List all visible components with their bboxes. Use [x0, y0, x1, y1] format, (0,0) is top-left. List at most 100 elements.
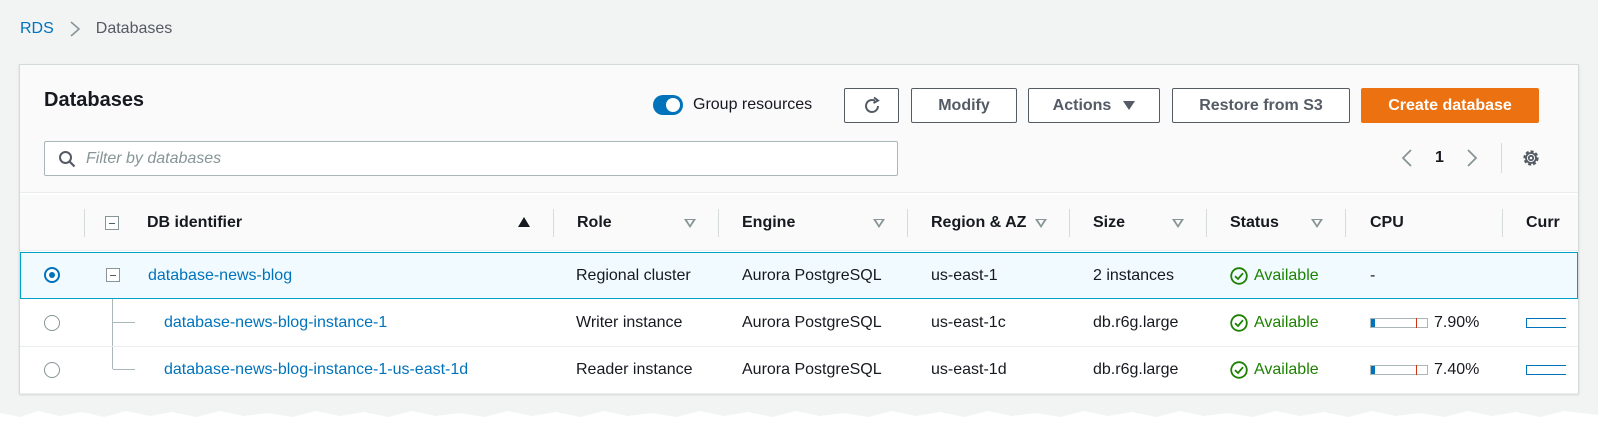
status-cell: Available	[1230, 300, 1319, 346]
cpu-value: 7.90%	[1434, 314, 1480, 331]
column-label: CPU	[1370, 214, 1404, 231]
actions-button-label: Actions	[1052, 96, 1112, 114]
connections-bar	[1526, 318, 1566, 328]
table-header: DB identifier Role Engine Region & AZ Si…	[20, 195, 1578, 251]
table-row[interactable]: database-news-blog-instance-1-us-east-1d…	[20, 347, 1578, 394]
search-field[interactable]	[44, 141, 898, 176]
region-cell: us-east-1c	[931, 314, 1006, 331]
panel-header: Databases Group resources Modify Actions…	[20, 65, 1578, 193]
column-divider	[553, 209, 554, 237]
breadcrumb: RDS Databases	[20, 19, 172, 39]
table-row[interactable]: database-news-blog Regional cluster Auro…	[20, 252, 1578, 299]
cpu-bar-fill	[1371, 319, 1376, 327]
column-header-engine[interactable]: Engine	[742, 195, 795, 251]
region-cell: us-east-1	[931, 267, 998, 284]
db-identifier-link[interactable]: database-news-blog	[148, 253, 292, 299]
status-text: Available	[1254, 314, 1319, 331]
role-cell: Writer instance	[576, 314, 683, 331]
column-label: Status	[1230, 214, 1279, 231]
column-header-current-activity[interactable]: Curr	[1526, 195, 1560, 251]
chevron-right-icon[interactable]	[1460, 147, 1482, 169]
table-row[interactable]: database-news-blog-instance-1 Writer ins…	[20, 300, 1578, 347]
gear-icon[interactable]	[1520, 147, 1542, 169]
column-divider	[1069, 209, 1070, 237]
databases-panel: Databases Group resources Modify Actions…	[19, 64, 1579, 394]
chevron-left-icon[interactable]	[1397, 147, 1419, 169]
caret-down-icon	[1123, 101, 1136, 110]
create-database-button[interactable]: Create database	[1361, 88, 1539, 123]
panel-title: Databases	[44, 89, 145, 111]
column-label: Curr	[1526, 214, 1560, 231]
column-header-region-az[interactable]: Region & AZ	[931, 195, 1026, 251]
cpu-cell: 7.40%	[1370, 347, 1479, 393]
pager-divider	[1501, 143, 1502, 173]
check-circle-icon	[1230, 361, 1248, 379]
row-radio[interactable]	[44, 267, 60, 283]
cpu-progress-bar	[1370, 365, 1428, 375]
column-label: DB identifier	[147, 214, 243, 231]
column-divider	[1345, 209, 1346, 237]
row-radio[interactable]	[44, 315, 60, 331]
sort-icon[interactable]	[684, 219, 696, 228]
role-cell: Reader instance	[576, 361, 693, 378]
group-resources-toggle[interactable]: Group resources	[653, 95, 812, 115]
group-resources-label: Group resources	[693, 96, 813, 113]
column-header-status[interactable]: Status	[1230, 195, 1279, 251]
check-circle-icon	[1230, 267, 1248, 285]
restore-button-label: Restore from S3	[1199, 96, 1323, 114]
role-cell: Regional cluster	[576, 267, 691, 284]
column-header-role[interactable]: Role	[577, 195, 612, 251]
row-radio[interactable]	[44, 362, 60, 378]
refresh-button[interactable]	[844, 88, 899, 123]
column-divider	[1206, 209, 1207, 237]
cpu-value: 7.40%	[1434, 361, 1480, 378]
column-divider	[1502, 209, 1503, 237]
check-circle-icon	[1230, 314, 1248, 332]
breadcrumb-rds-link[interactable]: RDS	[20, 20, 54, 38]
connections-bar	[1526, 365, 1566, 375]
column-header-size[interactable]: Size	[1093, 195, 1125, 251]
torn-edge-decoration	[0, 411, 1598, 432]
pagination: 1	[1397, 146, 1482, 170]
search-input[interactable]	[86, 149, 866, 168]
column-label: Region & AZ	[931, 214, 1027, 231]
actions-button[interactable]: Actions	[1028, 88, 1160, 123]
modify-button-label: Modify	[938, 96, 990, 114]
column-header-db-identifier[interactable]: DB identifier	[147, 195, 242, 251]
column-header-cpu[interactable]: CPU	[1370, 195, 1404, 251]
size-cell: db.r6g.large	[1093, 314, 1179, 331]
toggle-switch[interactable]	[653, 95, 683, 115]
column-divider	[907, 209, 908, 237]
column-divider	[84, 209, 85, 237]
engine-cell: Aurora PostgreSQL	[742, 361, 882, 378]
sort-icon[interactable]	[873, 219, 885, 228]
cpu-threshold-mark	[1416, 365, 1417, 375]
sort-ascending-icon[interactable]	[518, 217, 530, 227]
status-text: Available	[1254, 361, 1319, 378]
region-cell: us-east-1d	[931, 361, 1007, 378]
sort-icon[interactable]	[1311, 219, 1323, 228]
page-number[interactable]: 1	[1435, 149, 1444, 167]
modify-button[interactable]: Modify	[911, 88, 1017, 123]
column-label: Engine	[742, 214, 796, 231]
column-label: Size	[1093, 214, 1126, 231]
status-cell: Available	[1230, 253, 1319, 299]
db-identifier-link[interactable]: database-news-blog-instance-1	[164, 300, 387, 346]
collapse-row-icon[interactable]	[106, 268, 120, 282]
collapse-all-icon[interactable]	[105, 216, 119, 230]
restore-from-s3-button[interactable]: Restore from S3	[1172, 88, 1350, 123]
status-text: Available	[1254, 267, 1319, 284]
cpu-cell: 7.90%	[1370, 300, 1479, 346]
column-divider	[718, 209, 719, 237]
breadcrumb-current: Databases	[95, 20, 173, 37]
cpu-progress-bar	[1370, 318, 1428, 328]
status-cell: Available	[1230, 347, 1319, 393]
cpu-threshold-mark	[1416, 318, 1417, 328]
sort-icon[interactable]	[1172, 219, 1184, 228]
engine-cell: Aurora PostgreSQL	[742, 267, 882, 284]
refresh-icon	[864, 96, 880, 113]
sort-icon[interactable]	[1035, 219, 1047, 228]
db-identifier-link[interactable]: database-news-blog-instance-1-us-east-1d	[164, 347, 468, 393]
create-button-label: Create database	[1388, 96, 1512, 114]
toggle-knob	[666, 98, 680, 112]
